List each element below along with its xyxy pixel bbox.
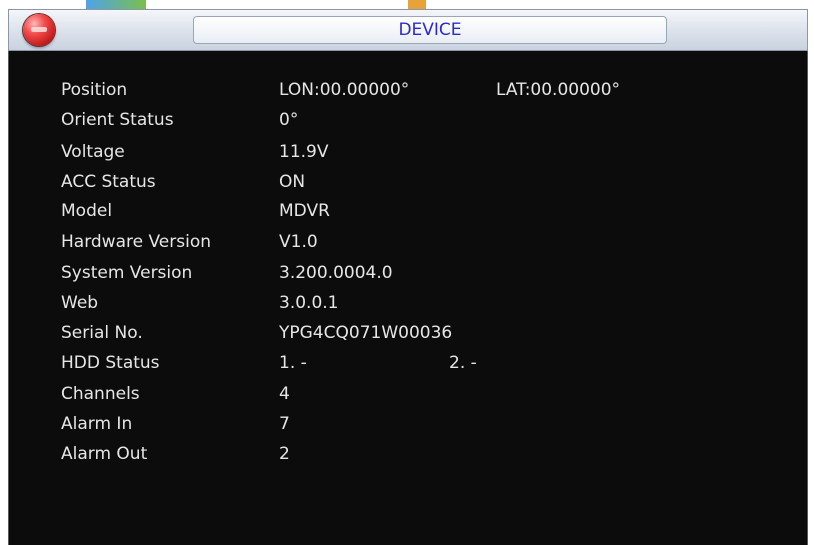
orient-status-value: 0°	[279, 110, 299, 130]
serial-no-label: Serial No.	[61, 323, 143, 343]
web-label: Web	[61, 293, 99, 313]
hdd-1-status-value: 1. -	[279, 353, 307, 373]
alarm-in-value: 7	[279, 414, 290, 434]
background-accent	[86, 0, 146, 9]
channels-label: Channels	[61, 384, 140, 404]
alarm-out-value: 2	[279, 444, 290, 464]
device-info-window: DEVICE Position LON:00.00000° LAT:00.000…	[0, 0, 814, 545]
system-version-label: System Version	[61, 263, 193, 283]
position-label: Position	[61, 80, 128, 100]
hdd-2-status-value: 2. -	[449, 353, 477, 373]
web-version-value: 3.0.0.1	[279, 293, 339, 313]
alarm-out-label: Alarm Out	[61, 444, 148, 464]
position-lon-value: LON:00.00000°	[279, 80, 410, 100]
close-icon[interactable]	[23, 14, 55, 46]
orient-status-label: Orient Status	[61, 110, 174, 130]
alarm-in-label: Alarm In	[61, 414, 133, 434]
acc-status-value: ON	[279, 172, 306, 192]
hardware-version-value: V1.0	[279, 232, 318, 252]
hdd-status-label: HDD Status	[61, 353, 160, 373]
device-info-panel: Position LON:00.00000° LAT:00.00000° Ori…	[8, 51, 808, 545]
model-label: Model	[61, 201, 113, 221]
position-lat-value: LAT:00.00000°	[496, 80, 621, 100]
acc-status-label: ACC Status	[61, 172, 156, 192]
title-bar: DEVICE	[8, 9, 808, 51]
model-value: MDVR	[279, 201, 330, 221]
channels-value: 4	[279, 384, 290, 404]
system-version-value: 3.200.0004.0	[279, 263, 393, 283]
serial-no-value: YPG4CQ071W00036	[279, 323, 453, 343]
voltage-label: Voltage	[61, 142, 125, 162]
background-accent	[408, 0, 426, 9]
hardware-version-label: Hardware Version	[61, 232, 211, 252]
window-title: DEVICE	[193, 16, 667, 44]
voltage-value: 11.9V	[279, 142, 329, 162]
